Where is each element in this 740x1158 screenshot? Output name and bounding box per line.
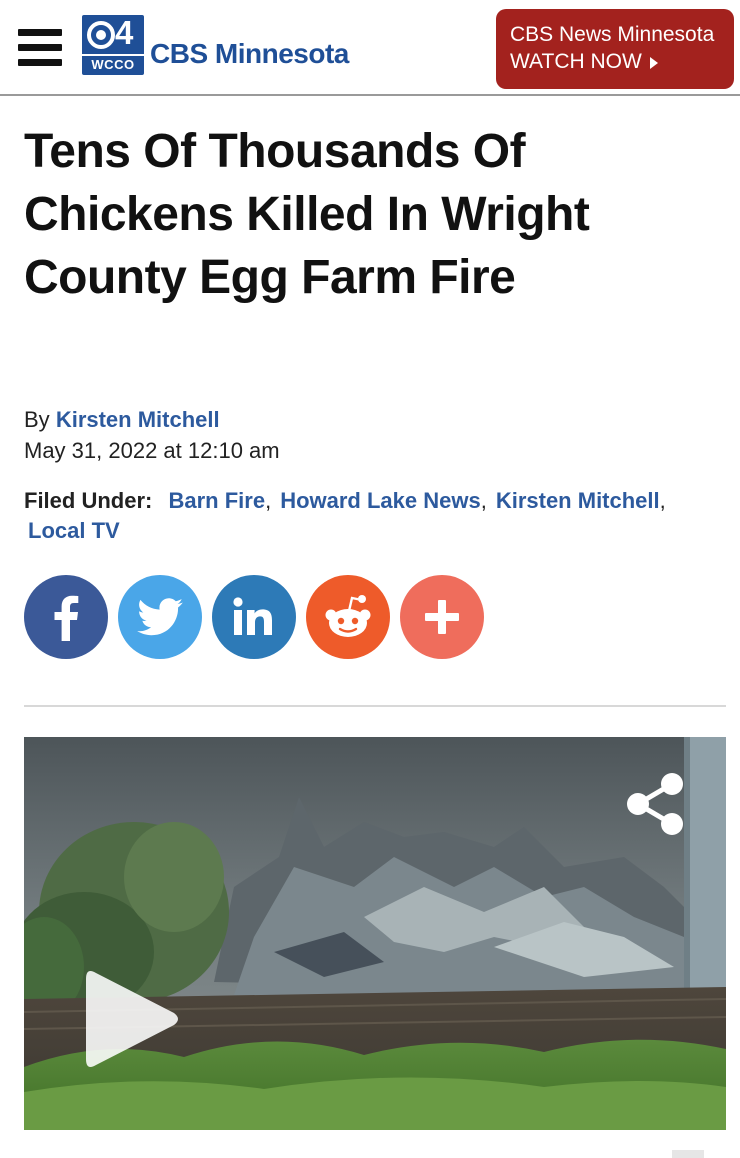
linkedin-icon — [233, 597, 272, 635]
hamburger-menu-icon[interactable] — [18, 29, 62, 67]
facebook-icon — [54, 595, 79, 641]
byline-prefix: By — [24, 407, 50, 432]
social-share-bar — [24, 575, 484, 659]
reddit-icon — [325, 595, 371, 637]
section-divider — [24, 705, 726, 707]
video-thumbnail — [24, 737, 726, 1130]
watch-now-button[interactable]: CBS News Minnesota WATCH NOW — [496, 9, 734, 89]
logo-station-call: WCCO — [82, 54, 144, 72]
play-icon[interactable] — [82, 967, 182, 1071]
site-logo[interactable]: 4 WCCO CBS Minnesota — [82, 14, 349, 76]
watch-button-cta: WATCH NOW — [510, 48, 734, 76]
article-title: Tens Of Thousands Of Chickens Killed In … — [24, 125, 590, 304]
author-link[interactable]: Kirsten Mitchell — [56, 407, 220, 432]
watch-now-label: WATCH NOW — [510, 50, 642, 73]
facebook-share-button[interactable] — [24, 575, 108, 659]
byline: By Kirsten Mitchell — [24, 405, 220, 435]
filed-under: Filed Under: Barn Fire, Howard Lake News,… — [24, 488, 666, 543]
reddit-share-button[interactable] — [306, 575, 390, 659]
ad-marker — [672, 1150, 704, 1158]
tag-link[interactable]: Barn Fire — [168, 488, 265, 513]
logo-channel-number: 4 — [115, 14, 134, 51]
linkedin-share-button[interactable] — [212, 575, 296, 659]
video-player[interactable] — [24, 737, 726, 1130]
share-icon[interactable] — [624, 771, 686, 837]
plus-icon — [425, 600, 459, 634]
twitter-share-button[interactable] — [118, 575, 202, 659]
tag-link[interactable]: Howard Lake News — [280, 488, 481, 513]
tag-link[interactable]: Local TV — [28, 518, 120, 543]
twitter-icon — [137, 598, 183, 636]
more-share-button[interactable] — [400, 575, 484, 659]
publish-date: May 31, 2022 at 12:10 am — [24, 438, 280, 463]
cbs-eye-icon — [87, 21, 115, 49]
filed-under-label: Filed Under: — [24, 488, 153, 513]
logo-brand-text: CBS Minnesota — [150, 38, 349, 69]
watch-button-title: CBS News Minnesota — [510, 23, 715, 46]
tag-link[interactable]: Kirsten Mitchell — [496, 488, 660, 513]
site-header: 4 WCCO CBS Minnesota CBS News Minnesota … — [0, 0, 740, 96]
caret-right-icon — [649, 56, 658, 69]
wcco-logo-mark: 4 WCCO — [82, 14, 144, 75]
